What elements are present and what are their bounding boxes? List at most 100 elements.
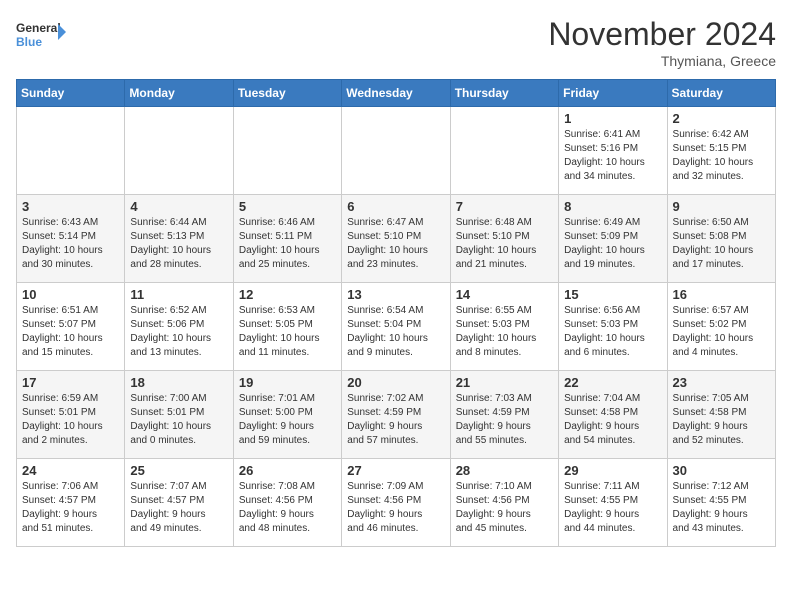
day-number: 9 [673, 199, 770, 214]
calendar-cell [125, 107, 233, 195]
calendar-cell: 8 Sunrise: 6:49 AM Sunset: 5:09 PM Daylig… [559, 195, 667, 283]
calendar-table: SundayMondayTuesdayWednesdayThursdayFrid… [16, 79, 776, 547]
day-info: Sunrise: 6:44 AM Sunset: 5:13 PM Dayligh… [130, 216, 227, 272]
calendar-cell: 2 Sunrise: 6:42 AM Sunset: 5:15 PM Daylig… [667, 107, 775, 195]
day-info: Sunrise: 6:46 AM Sunset: 5:11 PM Dayligh… [239, 216, 336, 272]
day-number: 8 [564, 199, 661, 214]
day-number: 24 [22, 463, 119, 478]
month-title: November 2024 [548, 16, 776, 53]
day-info: Sunrise: 7:05 AM Sunset: 4:58 PM Dayligh… [673, 392, 770, 448]
day-info: Sunrise: 7:10 AM Sunset: 4:56 PM Dayligh… [456, 480, 553, 536]
day-info: Sunrise: 6:55 AM Sunset: 5:03 PM Dayligh… [456, 304, 553, 360]
calendar-cell: 4 Sunrise: 6:44 AM Sunset: 5:13 PM Daylig… [125, 195, 233, 283]
calendar-cell: 14Sunrise: 6:55 AM Sunset: 5:03 PM Dayli… [450, 283, 558, 371]
calendar-week-2: 3 Sunrise: 6:43 AM Sunset: 5:14 PM Daylig… [17, 195, 776, 283]
day-info: Sunrise: 6:49 AM Sunset: 5:09 PM Dayligh… [564, 216, 661, 272]
day-info: Sunrise: 7:11 AM Sunset: 4:55 PM Dayligh… [564, 480, 661, 536]
day-info: Sunrise: 6:43 AM Sunset: 5:14 PM Dayligh… [22, 216, 119, 272]
day-number: 3 [22, 199, 119, 214]
calendar-week-1: 1Sunrise: 6:41 AM Sunset: 5:16 PM Daylig… [17, 107, 776, 195]
calendar-cell: 30 Sunrise: 7:12 AM Sunset: 4:55 PM Dayli… [667, 459, 775, 547]
day-number: 28 [456, 463, 553, 478]
day-number: 20 [347, 375, 444, 390]
weekday-header-tuesday: Tuesday [233, 80, 341, 107]
day-number: 2 [673, 111, 770, 126]
day-number: 6 [347, 199, 444, 214]
calendar-cell: 13Sunrise: 6:54 AM Sunset: 5:04 PM Dayli… [342, 283, 450, 371]
day-number: 4 [130, 199, 227, 214]
calendar-cell: 27Sunrise: 7:09 AM Sunset: 4:56 PM Dayli… [342, 459, 450, 547]
day-number: 17 [22, 375, 119, 390]
day-number: 12 [239, 287, 336, 302]
day-number: 29 [564, 463, 661, 478]
calendar-header-row: SundayMondayTuesdayWednesdayThursdayFrid… [17, 80, 776, 107]
day-info: Sunrise: 7:02 AM Sunset: 4:59 PM Dayligh… [347, 392, 444, 448]
day-number: 19 [239, 375, 336, 390]
calendar-cell: 1Sunrise: 6:41 AM Sunset: 5:16 PM Daylig… [559, 107, 667, 195]
calendar-cell: 17Sunrise: 6:59 AM Sunset: 5:01 PM Dayli… [17, 371, 125, 459]
weekday-header-thursday: Thursday [450, 80, 558, 107]
svg-text:General: General [16, 21, 61, 35]
day-info: Sunrise: 7:01 AM Sunset: 5:00 PM Dayligh… [239, 392, 336, 448]
location: Thymiana, Greece [548, 53, 776, 69]
calendar-cell: 23 Sunrise: 7:05 AM Sunset: 4:58 PM Dayli… [667, 371, 775, 459]
day-number: 23 [673, 375, 770, 390]
weekday-header-friday: Friday [559, 80, 667, 107]
calendar-week-3: 10Sunrise: 6:51 AM Sunset: 5:07 PM Dayli… [17, 283, 776, 371]
day-number: 30 [673, 463, 770, 478]
calendar-cell: 24 Sunrise: 7:06 AM Sunset: 4:57 PM Dayli… [17, 459, 125, 547]
day-info: Sunrise: 6:52 AM Sunset: 5:06 PM Dayligh… [130, 304, 227, 360]
day-info: Sunrise: 7:12 AM Sunset: 4:55 PM Dayligh… [673, 480, 770, 536]
day-info: Sunrise: 7:04 AM Sunset: 4:58 PM Dayligh… [564, 392, 661, 448]
day-info: Sunrise: 6:53 AM Sunset: 5:05 PM Dayligh… [239, 304, 336, 360]
day-info: Sunrise: 6:50 AM Sunset: 5:08 PM Dayligh… [673, 216, 770, 272]
calendar-cell: 6 Sunrise: 6:47 AM Sunset: 5:10 PM Daylig… [342, 195, 450, 283]
calendar-cell [233, 107, 341, 195]
day-info: Sunrise: 7:03 AM Sunset: 4:59 PM Dayligh… [456, 392, 553, 448]
calendar-cell: 26 Sunrise: 7:08 AM Sunset: 4:56 PM Dayli… [233, 459, 341, 547]
calendar-cell: 18 Sunrise: 7:00 AM Sunset: 5:01 PM Dayli… [125, 371, 233, 459]
calendar-cell: 11Sunrise: 6:52 AM Sunset: 5:06 PM Dayli… [125, 283, 233, 371]
weekday-header-wednesday: Wednesday [342, 80, 450, 107]
weekday-header-sunday: Sunday [17, 80, 125, 107]
calendar-cell: 29 Sunrise: 7:11 AM Sunset: 4:55 PM Dayli… [559, 459, 667, 547]
day-info: Sunrise: 6:51 AM Sunset: 5:07 PM Dayligh… [22, 304, 119, 360]
calendar-cell: 21 Sunrise: 7:03 AM Sunset: 4:59 PM Dayli… [450, 371, 558, 459]
day-info: Sunrise: 6:47 AM Sunset: 5:10 PM Dayligh… [347, 216, 444, 272]
day-info: Sunrise: 7:06 AM Sunset: 4:57 PM Dayligh… [22, 480, 119, 536]
day-number: 1 [564, 111, 661, 126]
calendar-cell: 3 Sunrise: 6:43 AM Sunset: 5:14 PM Daylig… [17, 195, 125, 283]
calendar-cell: 16 Sunrise: 6:57 AM Sunset: 5:02 PM Dayli… [667, 283, 775, 371]
day-info: Sunrise: 6:42 AM Sunset: 5:15 PM Dayligh… [673, 128, 770, 184]
page-header: General Blue November 2024 Thymiana, Gre… [16, 16, 776, 69]
day-number: 16 [673, 287, 770, 302]
calendar-cell: 9 Sunrise: 6:50 AM Sunset: 5:08 PM Daylig… [667, 195, 775, 283]
day-info: Sunrise: 6:57 AM Sunset: 5:02 PM Dayligh… [673, 304, 770, 360]
calendar-week-4: 17Sunrise: 6:59 AM Sunset: 5:01 PM Dayli… [17, 371, 776, 459]
weekday-header-saturday: Saturday [667, 80, 775, 107]
day-info: Sunrise: 6:54 AM Sunset: 5:04 PM Dayligh… [347, 304, 444, 360]
day-number: 7 [456, 199, 553, 214]
calendar-cell [17, 107, 125, 195]
calendar-cell: 19 Sunrise: 7:01 AM Sunset: 5:00 PM Dayli… [233, 371, 341, 459]
day-number: 21 [456, 375, 553, 390]
calendar-body: 1Sunrise: 6:41 AM Sunset: 5:16 PM Daylig… [17, 107, 776, 547]
calendar-cell: 7 Sunrise: 6:48 AM Sunset: 5:10 PM Daylig… [450, 195, 558, 283]
day-number: 25 [130, 463, 227, 478]
calendar-cell: 15Sunrise: 6:56 AM Sunset: 5:03 PM Dayli… [559, 283, 667, 371]
calendar-cell: 5 Sunrise: 6:46 AM Sunset: 5:11 PM Daylig… [233, 195, 341, 283]
day-number: 26 [239, 463, 336, 478]
day-info: Sunrise: 7:09 AM Sunset: 4:56 PM Dayligh… [347, 480, 444, 536]
svg-text:Blue: Blue [16, 35, 42, 49]
logo-icon: General Blue [16, 16, 68, 56]
calendar-cell: 10Sunrise: 6:51 AM Sunset: 5:07 PM Dayli… [17, 283, 125, 371]
day-info: Sunrise: 7:08 AM Sunset: 4:56 PM Dayligh… [239, 480, 336, 536]
calendar-cell: 12 Sunrise: 6:53 AM Sunset: 5:05 PM Dayli… [233, 283, 341, 371]
day-info: Sunrise: 7:00 AM Sunset: 5:01 PM Dayligh… [130, 392, 227, 448]
calendar-cell [450, 107, 558, 195]
day-number: 18 [130, 375, 227, 390]
calendar-cell: 28 Sunrise: 7:10 AM Sunset: 4:56 PM Dayli… [450, 459, 558, 547]
day-info: Sunrise: 7:07 AM Sunset: 4:57 PM Dayligh… [130, 480, 227, 536]
day-info: Sunrise: 6:48 AM Sunset: 5:10 PM Dayligh… [456, 216, 553, 272]
day-number: 5 [239, 199, 336, 214]
